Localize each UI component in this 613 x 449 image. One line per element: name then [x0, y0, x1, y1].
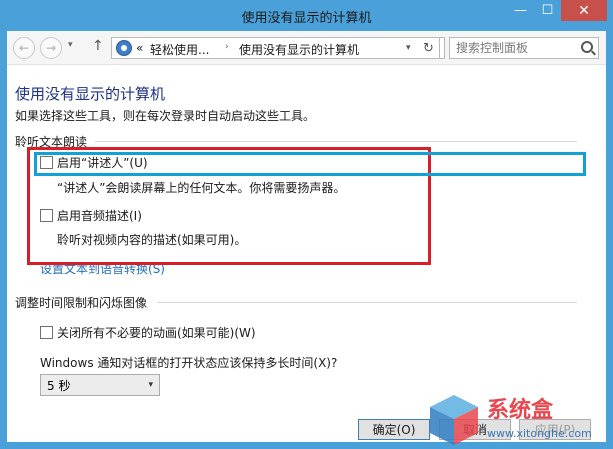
chevron-down-icon: ▾: [148, 380, 153, 390]
breadcrumb-item-current[interactable]: 使用没有显示的计算机: [239, 41, 359, 58]
notification-duration-value: 5 秒: [47, 378, 71, 393]
refresh-button[interactable]: ↻: [418, 37, 440, 59]
checkbox-box[interactable]: [40, 326, 53, 339]
page-title: 使用没有显示的计算机: [15, 85, 166, 103]
back-arrow-icon: ←: [18, 41, 30, 55]
back-button[interactable]: ←: [13, 37, 35, 59]
address-bar[interactable]: « 轻松使用... › 使用没有显示的计算机 ▾: [111, 37, 445, 59]
page-subtitle: 如果选择这些工具，则在每次登录时自动启动这些工具。: [15, 109, 316, 123]
recent-locations-dropdown-icon[interactable]: ▾: [68, 40, 73, 50]
notification-duration-label: Windows 通知对话框的打开状态应该保持多长时间(X)?: [40, 356, 338, 370]
cancel-button[interactable]: 取消: [439, 419, 511, 440]
control-panel-window: 使用没有显示的计算机 — ☐ ✕ ← → ▾ ↑ « 轻松使用... › 使用没…: [0, 0, 613, 449]
maximize-button[interactable]: ☐: [534, 0, 561, 21]
forward-button[interactable]: →: [40, 37, 62, 59]
refresh-icon: ↻: [423, 40, 434, 56]
breadcrumb-separator-icon[interactable]: ›: [225, 42, 229, 52]
breadcrumb-overflow[interactable]: «: [136, 41, 143, 55]
section-divider: [157, 302, 577, 303]
address-dropdown-icon[interactable]: ▾: [406, 43, 411, 53]
section-header-timing: 调整时间限制和闪烁图像: [15, 296, 148, 310]
navigation-bar: ← → ▾ ↑ « 轻松使用... › 使用没有显示的计算机 ▾ ↻: [7, 31, 606, 65]
search-input[interactable]: [450, 38, 570, 58]
title-bar[interactable]: 使用没有显示的计算机 — ☐ ✕: [0, 0, 613, 31]
disable-animations-checkbox[interactable]: 关闭所有不必要的动画(如果可能)(W): [40, 324, 256, 341]
window-controls: — ☐ ✕: [507, 0, 607, 21]
search-box: [449, 37, 599, 59]
breadcrumb-item-ease-of-access[interactable]: 轻松使用...: [150, 41, 209, 58]
notification-duration-select[interactable]: 5 秒 ▾: [40, 374, 160, 396]
section-divider: [95, 141, 577, 142]
apply-button[interactable]: 应用(P): [519, 419, 591, 440]
ok-button[interactable]: 确定(O): [358, 419, 430, 440]
up-button[interactable]: ↑: [92, 38, 104, 54]
control-panel-icon: [116, 40, 132, 56]
search-icon[interactable]: [581, 41, 593, 53]
minimize-button[interactable]: —: [507, 0, 534, 21]
disable-animations-label[interactable]: 关闭所有不必要的动画(如果可能)(W): [57, 324, 256, 341]
close-button[interactable]: ✕: [561, 0, 607, 21]
annotation-blue-box: [34, 152, 586, 176]
forward-arrow-icon: →: [45, 41, 57, 55]
